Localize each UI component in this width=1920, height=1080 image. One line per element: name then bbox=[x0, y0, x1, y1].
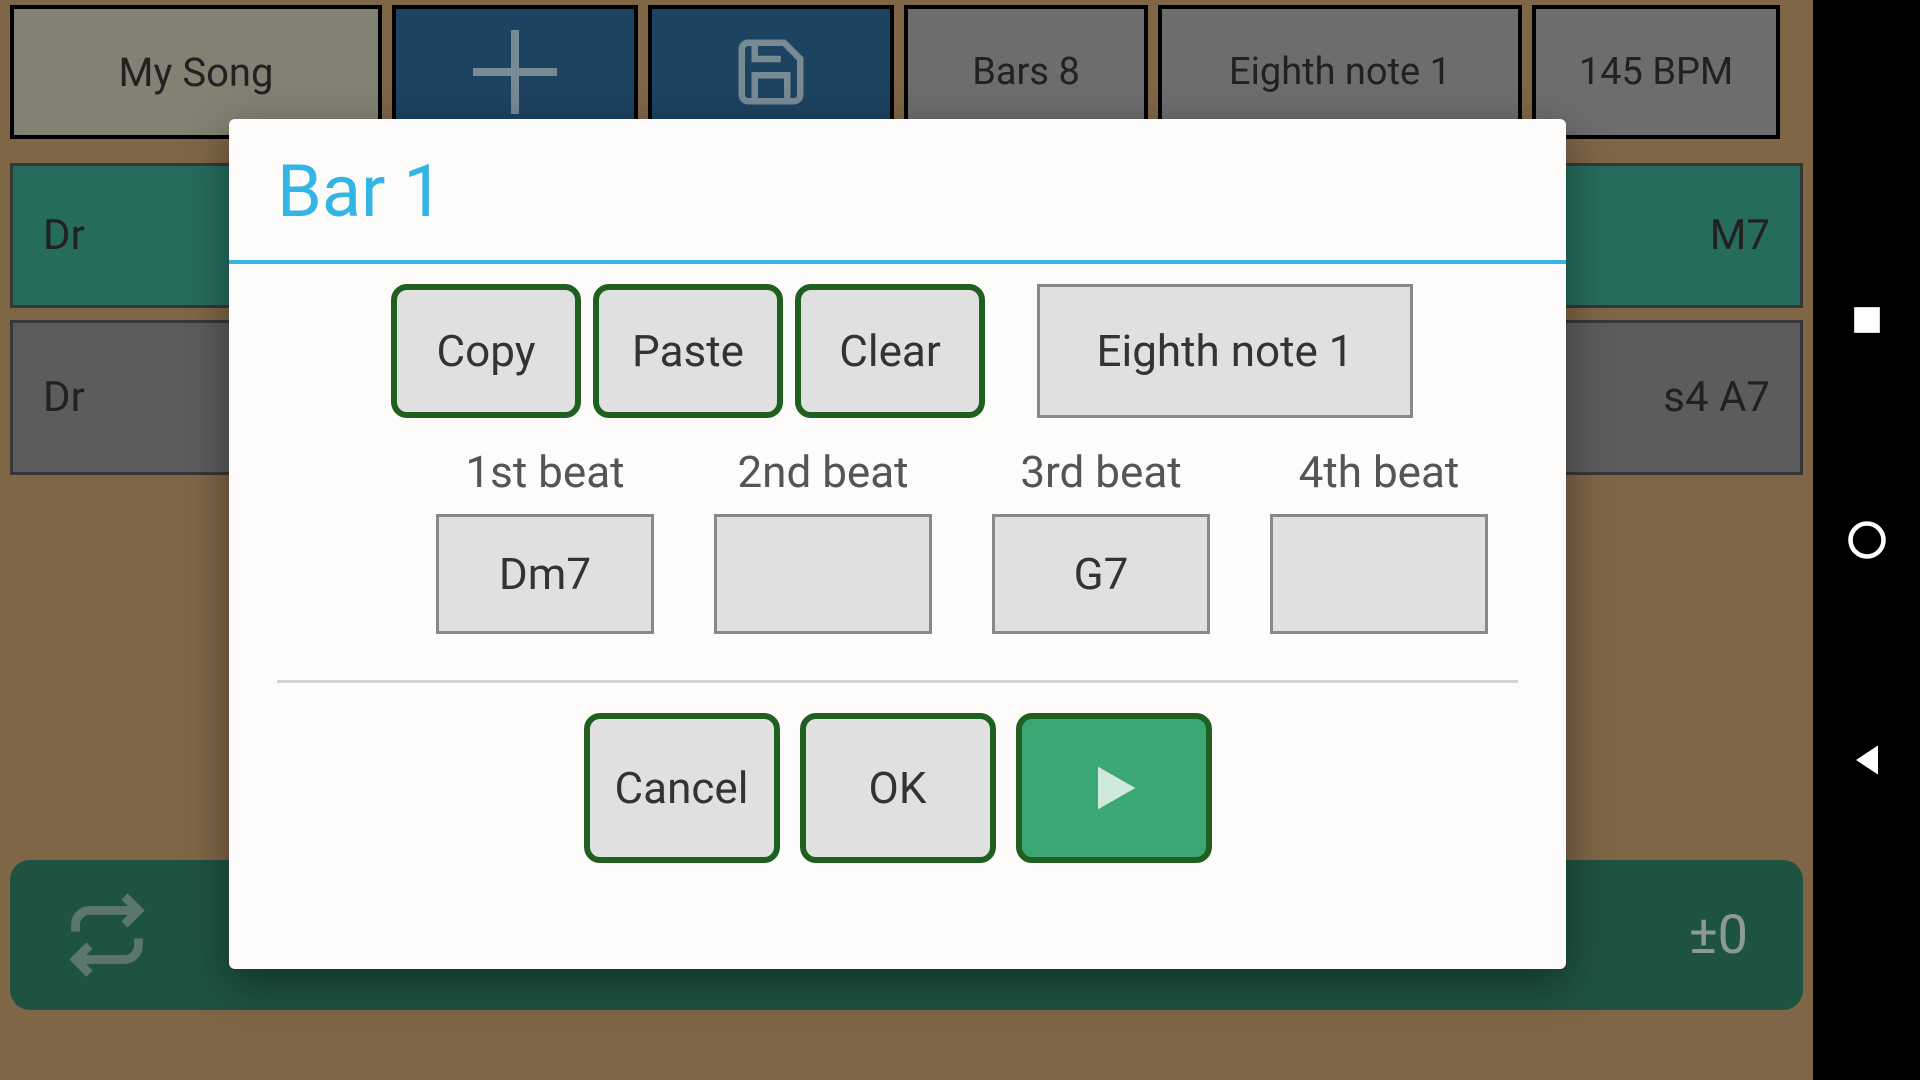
beat-label: 1st beat bbox=[465, 446, 624, 498]
system-nav-bar bbox=[1813, 0, 1920, 1080]
bar-edit-dialog: Bar 1 Copy Paste Clear Eighth note 1 1st… bbox=[229, 119, 1566, 969]
dialog-footer: Cancel OK bbox=[229, 683, 1566, 863]
beat-col-4: 4th beat bbox=[1270, 446, 1488, 634]
play-icon bbox=[1082, 756, 1146, 820]
clear-button[interactable]: Clear bbox=[795, 284, 985, 418]
cancel-button[interactable]: Cancel bbox=[584, 713, 780, 863]
beat-label: 3rd beat bbox=[1020, 446, 1181, 498]
dialog-action-row: Copy Paste Clear Eighth note 1 bbox=[229, 264, 1566, 418]
beat-col-3: 3rd beat G7 bbox=[992, 446, 1210, 634]
beat-label: 2nd beat bbox=[737, 446, 908, 498]
beat-cell-4[interactable] bbox=[1270, 514, 1488, 634]
copy-button[interactable]: Copy bbox=[391, 284, 581, 418]
beats-row: 1st beat Dm7 2nd beat 3rd beat G7 4th be… bbox=[229, 418, 1566, 634]
paste-button[interactable]: Paste bbox=[593, 284, 783, 418]
play-button[interactable] bbox=[1016, 713, 1212, 863]
beat-cell-3[interactable]: G7 bbox=[992, 514, 1210, 634]
dialog-title: Bar 1 bbox=[229, 119, 1566, 252]
back-icon[interactable] bbox=[1845, 738, 1889, 782]
recent-apps-icon[interactable] bbox=[1845, 298, 1889, 342]
note-type-selector[interactable]: Eighth note 1 bbox=[1037, 284, 1413, 418]
beat-col-1: 1st beat Dm7 bbox=[436, 446, 654, 634]
beat-cell-1[interactable]: Dm7 bbox=[436, 514, 654, 634]
ok-button[interactable]: OK bbox=[800, 713, 996, 863]
beat-cell-2[interactable] bbox=[714, 514, 932, 634]
beat-col-2: 2nd beat bbox=[714, 446, 932, 634]
beat-label: 4th beat bbox=[1299, 446, 1460, 498]
home-icon[interactable] bbox=[1845, 518, 1889, 562]
